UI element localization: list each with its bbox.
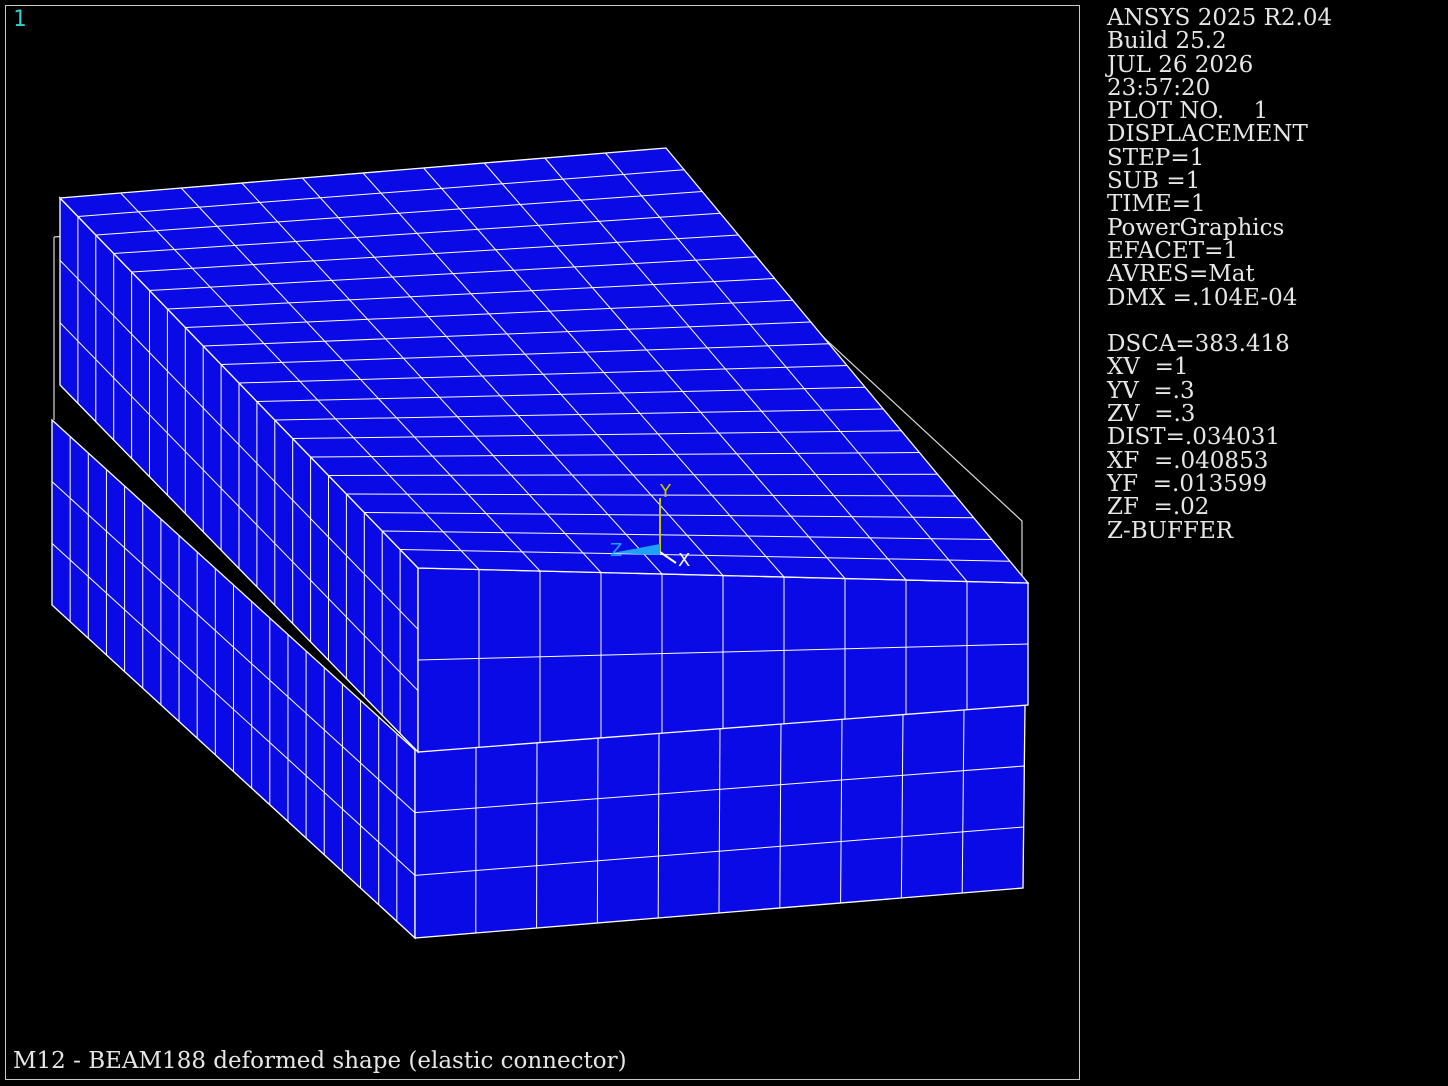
status-line: DMX =.104E-04 [1107,284,1298,311]
status-line: Z-BUFFER [1107,517,1234,544]
status-line: XF =.040853 [1107,447,1269,474]
status-line: ANSYS 2025 R2.04 [1107,5,1333,31]
triad-y-label: Y [659,481,672,502]
triad-x-label: X [678,550,690,571]
status-line [1107,310,1332,333]
deformed-mesh [51,147,1030,940]
status-line: Build 25.2 [1107,28,1227,55]
status-line: 23:57:20 [1107,74,1211,101]
triad-z-label: Z [610,540,622,561]
status-line: SUB =1 [1107,168,1201,195]
status-line: JUL 26 2026 [1107,51,1254,78]
status-line: DIST=.034031 [1107,424,1281,451]
status-line: EFACET=1 [1107,237,1238,264]
status-line: DISPLACEMENT [1107,121,1308,148]
status-line: YV =.3 [1107,377,1195,404]
status-line: DSCA=383.418 [1107,331,1290,358]
status-line: STEP=1 [1107,144,1205,171]
status-line: XV =1 [1107,354,1189,381]
status-line: ZF =.02 [1107,494,1210,521]
plot-title: M12 - BEAM188 deformed shape (elastic co… [13,1048,627,1074]
status-line: AVRES=Mat [1107,261,1255,288]
status-line: PowerGraphics [1107,214,1285,241]
status-line: PLOT NO. 1 [1107,98,1269,125]
window-number: 1 [13,7,27,32]
mesh-line [596,736,599,924]
status-line: YF =.013599 [1107,470,1268,497]
status-legend: ANSYS 2025 R2.04 Build 25.2 JUL 26 2026 23:… [1107,5,1333,544]
status-line: TIME=1 [1107,191,1206,218]
status-line: ZV =.3 [1107,401,1196,428]
